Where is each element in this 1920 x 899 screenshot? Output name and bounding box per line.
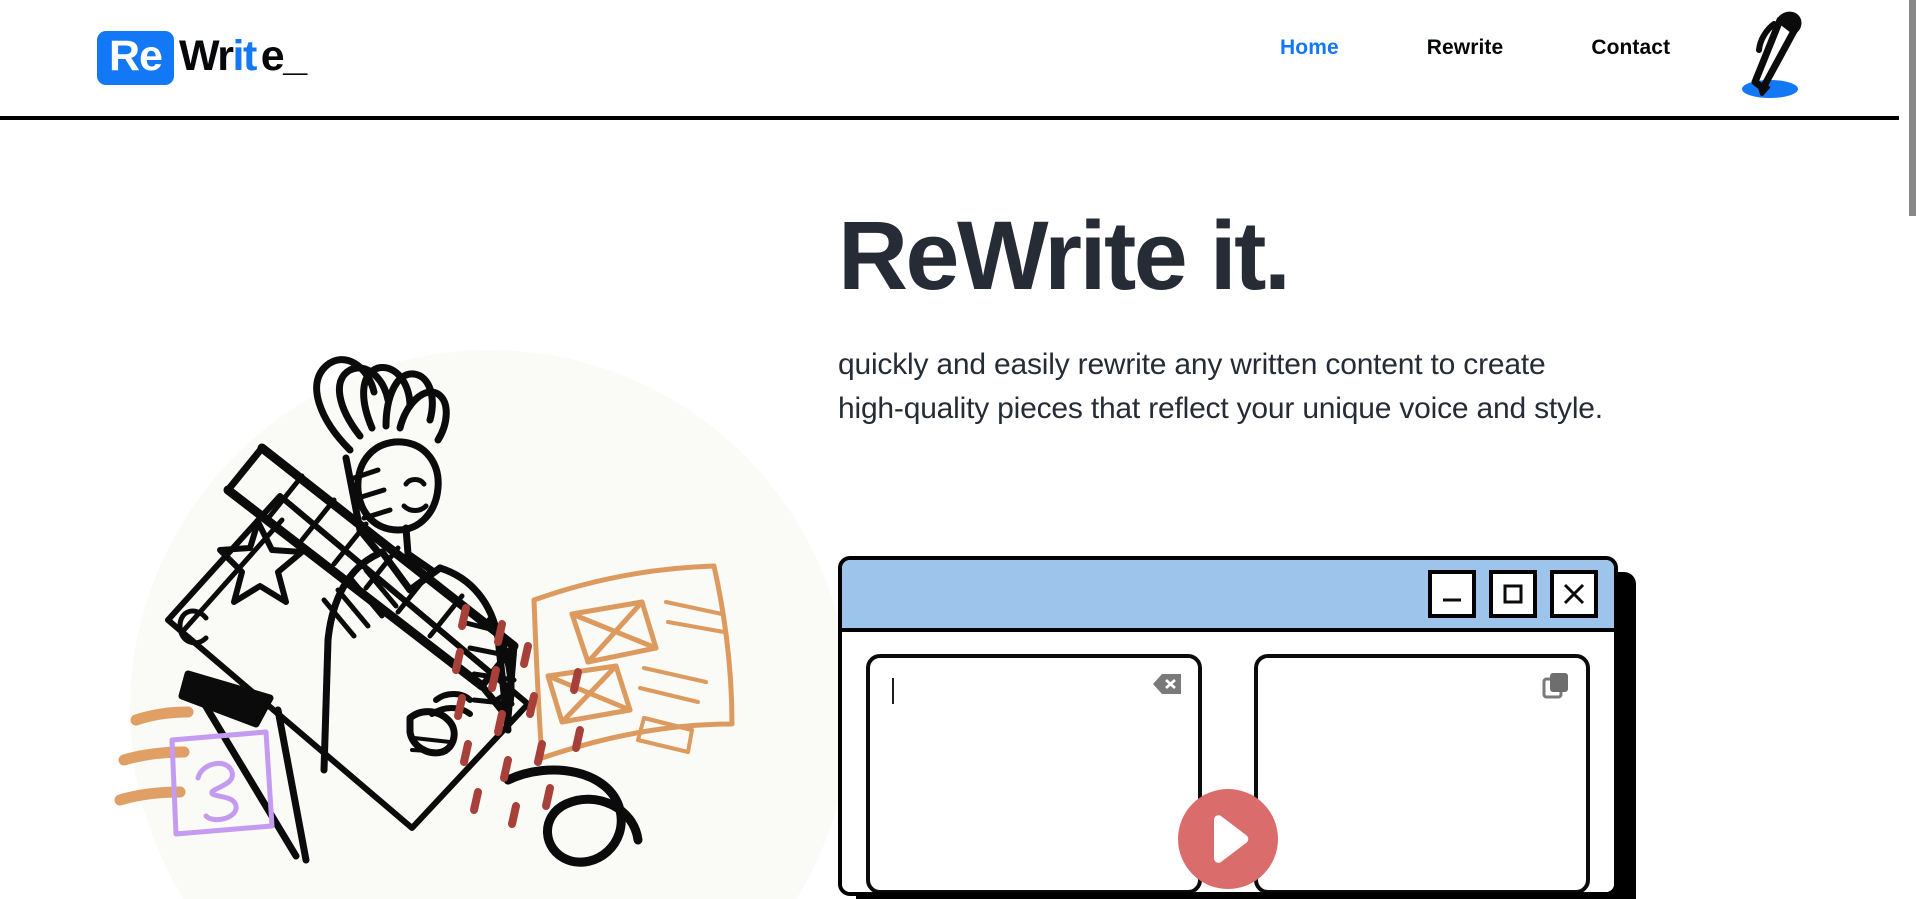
nav-item-home[interactable]: Home [1280, 36, 1339, 60]
close-icon [1563, 583, 1585, 605]
page-title: ReWrite it. [838, 201, 1291, 310]
app-window [838, 556, 1618, 896]
play-icon [1214, 815, 1249, 863]
logo-caret: _ [283, 32, 308, 80]
page-root: Re Wr it e _ Home Rewrite Contact ReWrit… [0, 0, 1920, 899]
rewrite-play-button[interactable] [1178, 789, 1278, 889]
input-text-panel[interactable] [866, 654, 1202, 892]
hero-section: ReWrite it. quickly and easily rewrite a… [0, 120, 1899, 899]
logo-text-e: e [260, 32, 285, 80]
pen-icon[interactable] [1728, 6, 1814, 102]
window-titlebar [842, 560, 1614, 632]
minimize-icon [1443, 598, 1461, 602]
nav-item-rewrite[interactable]: Rewrite [1427, 36, 1504, 60]
window-body [842, 632, 1614, 892]
site-header: Re Wr it e _ Home Rewrite Contact [0, 0, 1899, 120]
copy-icon[interactable] [1542, 672, 1570, 705]
hero-illustration [110, 300, 870, 899]
scrollbar-track[interactable] [1905, 0, 1920, 899]
minimize-button[interactable] [1428, 570, 1476, 618]
brand-logo[interactable]: Re Wr it e _ [97, 26, 307, 90]
output-text-panel[interactable] [1254, 654, 1590, 892]
scrollbar-thumb[interactable] [1909, 0, 1916, 216]
clear-backspace-icon[interactable] [1152, 672, 1182, 701]
nav-item-contact[interactable]: Contact [1591, 36, 1670, 60]
close-button[interactable] [1550, 570, 1598, 618]
hero-subtitle: quickly and easily rewrite any written c… [838, 347, 1603, 426]
text-cursor [892, 678, 894, 704]
main-nav: Home Rewrite Contact [1280, 36, 1670, 60]
maximize-icon [1503, 584, 1523, 604]
logo-text-it: it [232, 32, 258, 80]
hero-copy: ReWrite it. quickly and easily rewrite a… [838, 205, 1628, 432]
app-window-mockup [838, 556, 1636, 899]
logo-text-wr: Wr [178, 32, 234, 80]
maximize-button[interactable] [1489, 570, 1537, 618]
logo-badge-re: Re [97, 31, 174, 85]
